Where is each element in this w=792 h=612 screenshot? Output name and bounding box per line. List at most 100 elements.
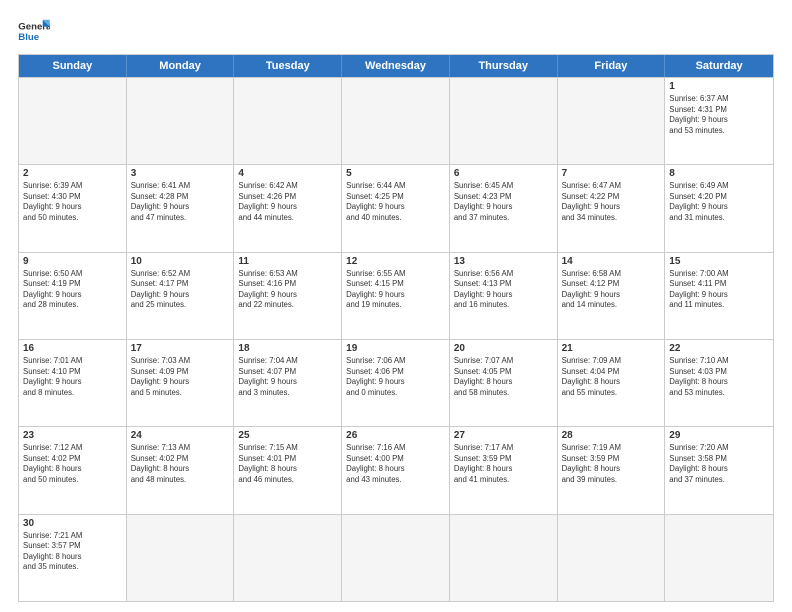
day-info: Sunrise: 6:41 AM Sunset: 4:28 PM Dayligh… <box>131 181 230 223</box>
week-row-2: 2Sunrise: 6:39 AM Sunset: 4:30 PM Daylig… <box>19 164 773 251</box>
day-cell-25: 25 Sunrise: 7:15 AM Sunset: 4:01 PM Dayli… <box>234 427 342 513</box>
day-info: Sunrise: 7:03 AM Sunset: 4:09 PM Dayligh… <box>131 356 230 398</box>
day-cell-27: 27 Sunrise: 7:17 AM Sunset: 3:59 PM Dayli… <box>450 427 558 513</box>
day-number: 30 <box>23 518 122 529</box>
day-cell-11: 11 Sunrise: 6:53 AM Sunset: 4:16 PM Dayli… <box>234 253 342 339</box>
day-info: Sunrise: 7:13 AM Sunset: 4:02 PM Dayligh… <box>131 443 230 485</box>
day-number: 5 <box>346 168 445 179</box>
day-number: 4 <box>238 168 337 179</box>
header-day-sunday: Sunday <box>19 55 127 77</box>
day-number: 15 <box>669 256 769 267</box>
day-number: 16 <box>23 343 122 354</box>
day-number: 21 <box>562 343 661 354</box>
day-cell-30: 30 Sunrise: 7:21 AM Sunset: 3:57 PM Dayli… <box>19 515 127 601</box>
day-cell-1: 1 Sunrise: 6:37 AM Sunset: 4:31 PM Daylig… <box>665 78 773 164</box>
day-cell-3: 3 Sunrise: 6:41 AM Sunset: 4:28 PM Daylig… <box>127 165 235 251</box>
week-row-1: 1 Sunrise: 6:37 AM Sunset: 4:31 PM Daylig… <box>19 77 773 164</box>
day-info: Sunrise: 6:47 AM Sunset: 4:22 PM Dayligh… <box>562 181 661 223</box>
day-number: 6 <box>454 168 553 179</box>
header-day-wednesday: Wednesday <box>342 55 450 77</box>
week-row-4: 16 Sunrise: 7:01 AM Sunset: 4:10 PM Dayli… <box>19 339 773 426</box>
header-day-friday: Friday <box>558 55 666 77</box>
week-row-5: 23Sunrise: 7:12 AM Sunset: 4:02 PM Dayli… <box>19 426 773 513</box>
header-day-thursday: Thursday <box>450 55 558 77</box>
day-info: Sunrise: 7:07 AM Sunset: 4:05 PM Dayligh… <box>454 356 553 398</box>
day-info: Sunrise: 6:58 AM Sunset: 4:12 PM Dayligh… <box>562 269 661 311</box>
day-info: Sunrise: 7:21 AM Sunset: 3:57 PM Dayligh… <box>23 531 122 573</box>
day-number: 14 <box>562 256 661 267</box>
empty-cell <box>127 78 235 164</box>
day-number: 2 <box>23 168 122 179</box>
day-number: 12 <box>346 256 445 267</box>
day-info: Sunrise: 6:37 AM Sunset: 4:31 PM Dayligh… <box>669 94 769 136</box>
day-number: 26 <box>346 430 445 441</box>
day-number: 1 <box>669 81 769 92</box>
day-number: 24 <box>131 430 230 441</box>
week-row-3: 9Sunrise: 6:50 AM Sunset: 4:19 PM Daylig… <box>19 252 773 339</box>
day-cell-2: 2Sunrise: 6:39 AM Sunset: 4:30 PM Daylig… <box>19 165 127 251</box>
day-info: Sunrise: 7:17 AM Sunset: 3:59 PM Dayligh… <box>454 443 553 485</box>
day-number: 25 <box>238 430 337 441</box>
day-cell-4: 4 Sunrise: 6:42 AM Sunset: 4:26 PM Daylig… <box>234 165 342 251</box>
day-number: 29 <box>669 430 769 441</box>
day-cell-16: 16 Sunrise: 7:01 AM Sunset: 4:10 PM Dayli… <box>19 340 127 426</box>
day-number: 11 <box>238 256 337 267</box>
day-number: 22 <box>669 343 769 354</box>
day-info: Sunrise: 7:10 AM Sunset: 4:03 PM Dayligh… <box>669 356 769 398</box>
day-cell-19: 19 Sunrise: 7:06 AM Sunset: 4:06 PM Dayli… <box>342 340 450 426</box>
day-cell-9: 9Sunrise: 6:50 AM Sunset: 4:19 PM Daylig… <box>19 253 127 339</box>
day-cell-17: 17 Sunrise: 7:03 AM Sunset: 4:09 PM Dayli… <box>127 340 235 426</box>
svg-text:Blue: Blue <box>18 32 39 43</box>
day-cell-6: 6 Sunrise: 6:45 AM Sunset: 4:23 PM Daylig… <box>450 165 558 251</box>
header-day-tuesday: Tuesday <box>234 55 342 77</box>
day-number: 20 <box>454 343 553 354</box>
logo-icon: General Blue <box>18 18 50 46</box>
day-number: 17 <box>131 343 230 354</box>
header-day-saturday: Saturday <box>665 55 773 77</box>
day-cell-14: 14 Sunrise: 6:58 AM Sunset: 4:12 PM Dayli… <box>558 253 666 339</box>
day-number: 10 <box>131 256 230 267</box>
day-number: 27 <box>454 430 553 441</box>
calendar-body: 1 Sunrise: 6:37 AM Sunset: 4:31 PM Daylig… <box>19 77 773 601</box>
day-number: 3 <box>131 168 230 179</box>
empty-cell <box>450 515 558 601</box>
empty-cell <box>558 78 666 164</box>
calendar-header: SundayMondayTuesdayWednesdayThursdayFrid… <box>19 55 773 77</box>
day-info: Sunrise: 7:01 AM Sunset: 4:10 PM Dayligh… <box>23 356 122 398</box>
day-info: Sunrise: 7:00 AM Sunset: 4:11 PM Dayligh… <box>669 269 769 311</box>
empty-cell <box>234 515 342 601</box>
day-cell-7: 7 Sunrise: 6:47 AM Sunset: 4:22 PM Daylig… <box>558 165 666 251</box>
day-info: Sunrise: 6:45 AM Sunset: 4:23 PM Dayligh… <box>454 181 553 223</box>
header-day-monday: Monday <box>127 55 235 77</box>
day-info: Sunrise: 6:50 AM Sunset: 4:19 PM Dayligh… <box>23 269 122 311</box>
day-number: 23 <box>23 430 122 441</box>
day-info: Sunrise: 6:52 AM Sunset: 4:17 PM Dayligh… <box>131 269 230 311</box>
day-info: Sunrise: 7:16 AM Sunset: 4:00 PM Dayligh… <box>346 443 445 485</box>
day-cell-23: 23Sunrise: 7:12 AM Sunset: 4:02 PM Dayli… <box>19 427 127 513</box>
day-cell-10: 10 Sunrise: 6:52 AM Sunset: 4:17 PM Dayli… <box>127 253 235 339</box>
day-info: Sunrise: 7:09 AM Sunset: 4:04 PM Dayligh… <box>562 356 661 398</box>
day-number: 7 <box>562 168 661 179</box>
day-cell-29: 29 Sunrise: 7:20 AM Sunset: 3:58 PM Dayli… <box>665 427 773 513</box>
day-cell-20: 20 Sunrise: 7:07 AM Sunset: 4:05 PM Dayli… <box>450 340 558 426</box>
empty-cell <box>342 78 450 164</box>
day-info: Sunrise: 7:06 AM Sunset: 4:06 PM Dayligh… <box>346 356 445 398</box>
day-number: 18 <box>238 343 337 354</box>
day-info: Sunrise: 7:20 AM Sunset: 3:58 PM Dayligh… <box>669 443 769 485</box>
day-info: Sunrise: 7:15 AM Sunset: 4:01 PM Dayligh… <box>238 443 337 485</box>
day-cell-21: 21 Sunrise: 7:09 AM Sunset: 4:04 PM Dayli… <box>558 340 666 426</box>
day-info: Sunrise: 7:19 AM Sunset: 3:59 PM Dayligh… <box>562 443 661 485</box>
day-cell-22: 22 Sunrise: 7:10 AM Sunset: 4:03 PM Dayli… <box>665 340 773 426</box>
day-info: Sunrise: 7:04 AM Sunset: 4:07 PM Dayligh… <box>238 356 337 398</box>
day-cell-24: 24 Sunrise: 7:13 AM Sunset: 4:02 PM Dayli… <box>127 427 235 513</box>
day-cell-5: 5 Sunrise: 6:44 AM Sunset: 4:25 PM Daylig… <box>342 165 450 251</box>
empty-cell <box>127 515 235 601</box>
day-info: Sunrise: 6:56 AM Sunset: 4:13 PM Dayligh… <box>454 269 553 311</box>
day-info: Sunrise: 6:42 AM Sunset: 4:26 PM Dayligh… <box>238 181 337 223</box>
day-cell-8: 8Sunrise: 6:49 AM Sunset: 4:20 PM Daylig… <box>665 165 773 251</box>
day-info: Sunrise: 6:44 AM Sunset: 4:25 PM Dayligh… <box>346 181 445 223</box>
day-info: Sunrise: 6:53 AM Sunset: 4:16 PM Dayligh… <box>238 269 337 311</box>
day-number: 28 <box>562 430 661 441</box>
empty-cell <box>19 78 127 164</box>
day-number: 19 <box>346 343 445 354</box>
